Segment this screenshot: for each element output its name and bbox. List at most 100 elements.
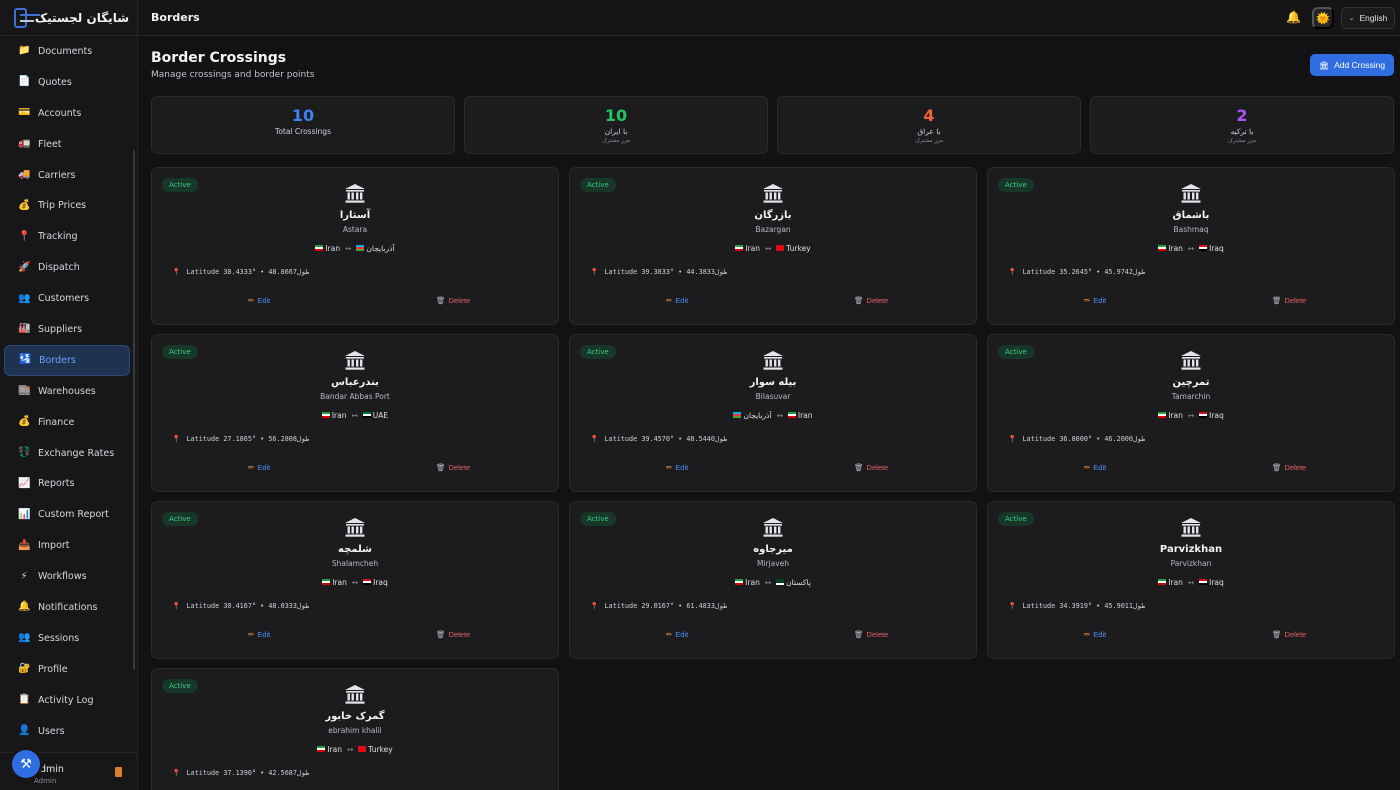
sidebar-item-suppliers[interactable]: 🏭 Suppliers xyxy=(4,314,130,345)
sidebar-item-import[interactable]: 📥 Import xyxy=(4,530,130,561)
sidebar-scrollbar[interactable] xyxy=(133,150,135,670)
chevron-down-icon: ⌄ xyxy=(1348,15,1355,22)
trash-icon: 🗑 xyxy=(1272,630,1282,639)
pencil-icon: ✏ xyxy=(1084,463,1091,472)
sidebar-item-custom-report[interactable]: 📊 Custom Report xyxy=(4,499,130,530)
edit-button[interactable]: ✏ Edit xyxy=(1084,630,1106,639)
delete-button[interactable]: 🗑 Delete xyxy=(1272,630,1306,639)
logo-bar[interactable]: شایگان لجستیک xyxy=(0,0,137,36)
edit-button[interactable]: ✏ Edit xyxy=(1084,463,1106,472)
crossing-name-en: Bashmaq xyxy=(1173,225,1209,234)
sidebar-item-borders[interactable]: 🛂 Borders xyxy=(4,344,130,376)
edit-button[interactable]: ✏ Edit xyxy=(248,296,270,305)
flag-icon xyxy=(315,245,324,251)
arrow-both-icon: ↔ xyxy=(1187,244,1195,253)
edit-button[interactable]: ✏ Edit xyxy=(248,630,270,639)
sidebar-item-quotes[interactable]: 📄 Quotes xyxy=(4,67,130,98)
edit-button[interactable]: ✏ Edit xyxy=(666,463,688,472)
sidebar-item-sessions[interactable]: 👥 Sessions xyxy=(4,623,130,654)
sidebar-item-trip-prices[interactable]: 💰 Trip Prices xyxy=(4,190,130,221)
delete-button[interactable]: 🗑 Delete xyxy=(436,630,470,639)
longitude-value: 45.9742 xyxy=(1104,268,1133,276)
pin-icon: 📍 xyxy=(172,435,181,443)
flag-icon xyxy=(362,412,371,418)
sidebar-item-users[interactable]: 👤 Users xyxy=(4,716,130,747)
sidebar-item-fleet[interactable]: 🚛 Fleet xyxy=(4,129,130,160)
edit-button[interactable]: ✏ Edit xyxy=(1084,296,1106,305)
flag-icon xyxy=(1158,579,1167,585)
pencil-icon: ✏ xyxy=(666,296,673,305)
pencil-icon: ✏ xyxy=(1084,630,1091,639)
delete-button[interactable]: 🗑 Delete xyxy=(436,296,470,305)
arrow-both-icon: ↔ xyxy=(776,411,783,420)
sidebar: شایگان لجستیک 📁 Documents 📄 Quotes 💳 Accounts… xyxy=(0,0,138,790)
page-title: Border Crossings xyxy=(151,50,287,66)
sidebar-item-reports[interactable]: 📈 Reports xyxy=(4,468,130,499)
edit-label: Edit xyxy=(675,463,689,472)
delete-button[interactable]: 🗑 Delete xyxy=(854,296,888,305)
building-icon xyxy=(988,518,1394,541)
sidebar-item-finance[interactable]: 💰 Finance xyxy=(4,407,130,438)
sidebar-item-tracking[interactable]: 📍 Tracking xyxy=(4,221,130,252)
longitude-value: 61.4833 xyxy=(686,602,715,610)
sidebar-item-exchange-rates[interactable]: 💱 Exchange Rates xyxy=(4,438,130,469)
crossing-card: Active گمرک خابور ebrahim khalil Iran ↔ Turke… xyxy=(151,668,559,790)
inbox-icon: 📥 xyxy=(18,539,31,551)
add-crossing-button[interactable]: 🏛 Add Crossing xyxy=(1310,54,1394,76)
crossing-name-en: Bilasuvar xyxy=(755,392,791,401)
hammer-fab-button[interactable]: ⚒ xyxy=(12,750,40,778)
pencil-icon: ✏ xyxy=(666,463,673,472)
sidebar-item-dispatch[interactable]: 🚀 Dispatch xyxy=(4,252,130,283)
sidebar-item-label: Borders xyxy=(39,354,76,366)
logout-icon[interactable] xyxy=(115,767,122,777)
sidebar-item-label: Documents xyxy=(38,45,93,57)
longitude-value: 44.3833 xyxy=(686,268,715,276)
coin-bag-icon: 💰 xyxy=(18,416,31,428)
sidebar-item-accounts[interactable]: 💳 Accounts xyxy=(4,98,130,129)
arrow-both-icon: ↔ xyxy=(1187,411,1195,420)
sidebar-item-workflows[interactable]: ⚡ Workflows xyxy=(4,561,130,592)
crossing-name: باشماق xyxy=(1172,210,1210,221)
flag-icon xyxy=(735,579,744,585)
route-from: Iran xyxy=(331,411,347,420)
sidebar-item-warehouses[interactable]: 🏬 Warehouses xyxy=(4,376,130,407)
bell-icon[interactable]: 🔔 xyxy=(1286,10,1301,24)
longitude-value: 56.2808 xyxy=(268,435,297,443)
delete-button[interactable]: 🗑 Delete xyxy=(854,463,888,472)
flag-icon xyxy=(363,579,372,585)
building-icon xyxy=(152,518,558,541)
crossing-card: Active بیله سوار Bilasuvar آذربایجان ↔ Iran 📍 L… xyxy=(569,334,977,492)
delete-button[interactable]: 🗑 Delete xyxy=(1272,296,1306,305)
lon-suffix: طول xyxy=(715,268,728,276)
route-to: Turkey xyxy=(368,745,393,754)
theme-toggle-button[interactable]: 🌞 xyxy=(1312,7,1334,29)
crossing-card: Active Parvizkhan Parvizkhan Iran ↔ Iraq 📍 Lati… xyxy=(987,501,1395,659)
crossing-name-en: Bazargan xyxy=(755,225,791,234)
latitude-value: 36.8000° xyxy=(1059,435,1093,443)
longitude-value: 42.5687 xyxy=(268,769,297,777)
sidebar-item-profile[interactable]: 🔐 Profile xyxy=(4,654,130,685)
crossing-name-en: Tamarchin xyxy=(1171,392,1211,401)
building-icon: 🏛 xyxy=(1318,60,1330,70)
sidebar-item-notifications[interactable]: 🔔 Notifications xyxy=(4,592,130,623)
rocket-icon: 🚀 xyxy=(18,261,31,273)
edit-button[interactable]: ✏ Edit xyxy=(666,296,688,305)
edit-button[interactable]: ✏ Edit xyxy=(248,463,270,472)
sidebar-item-activity-log[interactable]: 📋 Activity Log xyxy=(4,685,130,716)
crossing-name: گمرک خابور xyxy=(325,711,385,722)
log-icon: 📋 xyxy=(18,694,31,706)
sidebar-item-customers[interactable]: 👥 Customers xyxy=(4,283,130,314)
user-icon: 👤 xyxy=(18,725,31,737)
sidebar-item-documents[interactable]: 📁 Documents xyxy=(4,36,130,67)
document-icon: 📄 xyxy=(18,76,31,88)
lon-suffix: طول xyxy=(715,602,728,610)
delete-button[interactable]: 🗑 Delete xyxy=(854,630,888,639)
edit-button[interactable]: ✏ Edit xyxy=(666,630,688,639)
flag-icon xyxy=(358,746,367,752)
language-select[interactable]: ⌄ English xyxy=(1341,7,1395,29)
stat-sublabel: مرز مشترک xyxy=(915,138,943,144)
crossing-name: آستارا xyxy=(339,210,371,221)
sidebar-item-carriers[interactable]: 🚚 Carriers xyxy=(4,160,130,191)
delete-button[interactable]: 🗑 Delete xyxy=(1272,463,1306,472)
delete-button[interactable]: 🗑 Delete xyxy=(436,463,470,472)
